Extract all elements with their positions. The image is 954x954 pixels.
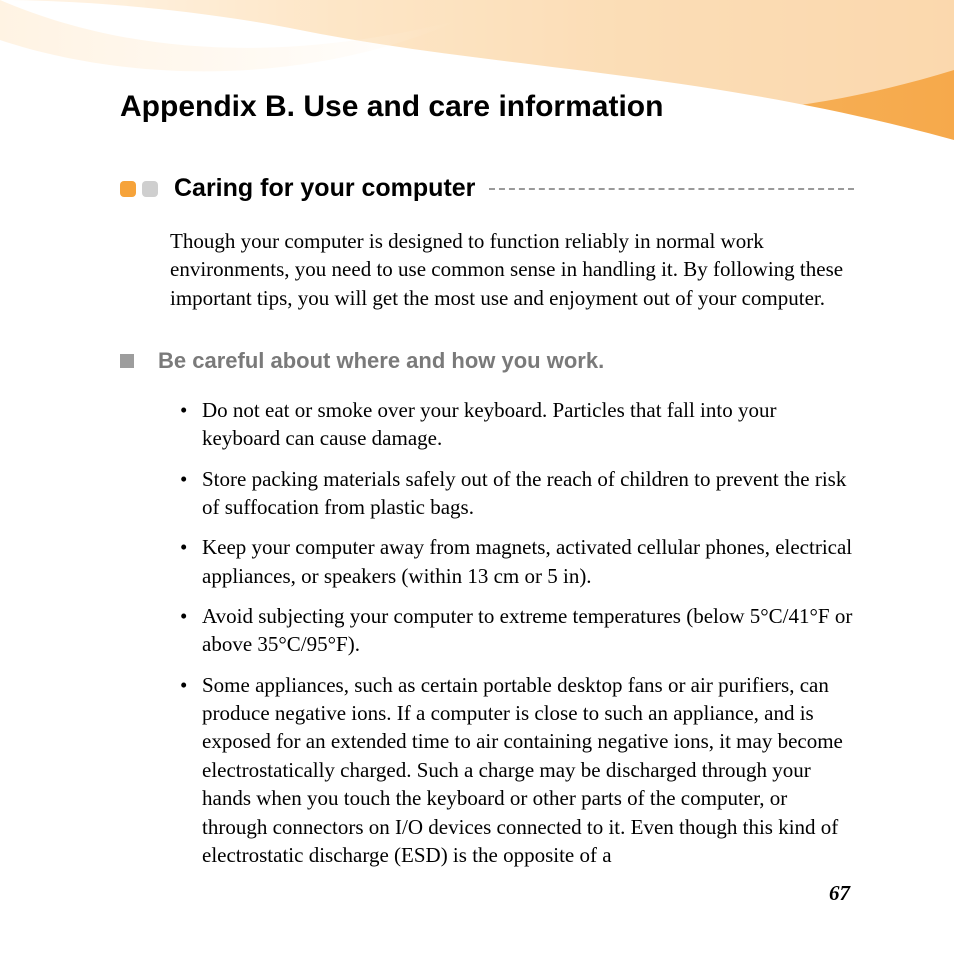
section-header: Caring for your computer: [120, 174, 854, 203]
section-divider: [489, 188, 854, 190]
list-item: Do not eat or smoke over your keyboard. …: [180, 396, 854, 453]
subsection-title: Be careful about where and how you work.: [158, 348, 604, 374]
bullet-grey-icon: [142, 181, 158, 197]
tips-list: Do not eat or smoke over your keyboard. …: [180, 396, 854, 869]
list-item: Avoid subjecting your computer to extrem…: [180, 602, 854, 659]
section-title: Caring for your computer: [174, 174, 475, 203]
page-number: 67: [829, 881, 850, 906]
list-item: Keep your computer away from magnets, ac…: [180, 533, 854, 590]
list-item: Store packing materials safely out of th…: [180, 465, 854, 522]
section-intro: Though your computer is designed to func…: [170, 227, 854, 312]
section-bullets: [120, 181, 158, 197]
square-bullet-icon: [120, 354, 134, 368]
subsection-header: Be careful about where and how you work.: [120, 348, 854, 374]
bullet-orange-icon: [120, 181, 136, 197]
page-title: Appendix B. Use and care information: [120, 90, 854, 124]
list-item: Some appliances, such as certain portabl…: [180, 671, 854, 869]
